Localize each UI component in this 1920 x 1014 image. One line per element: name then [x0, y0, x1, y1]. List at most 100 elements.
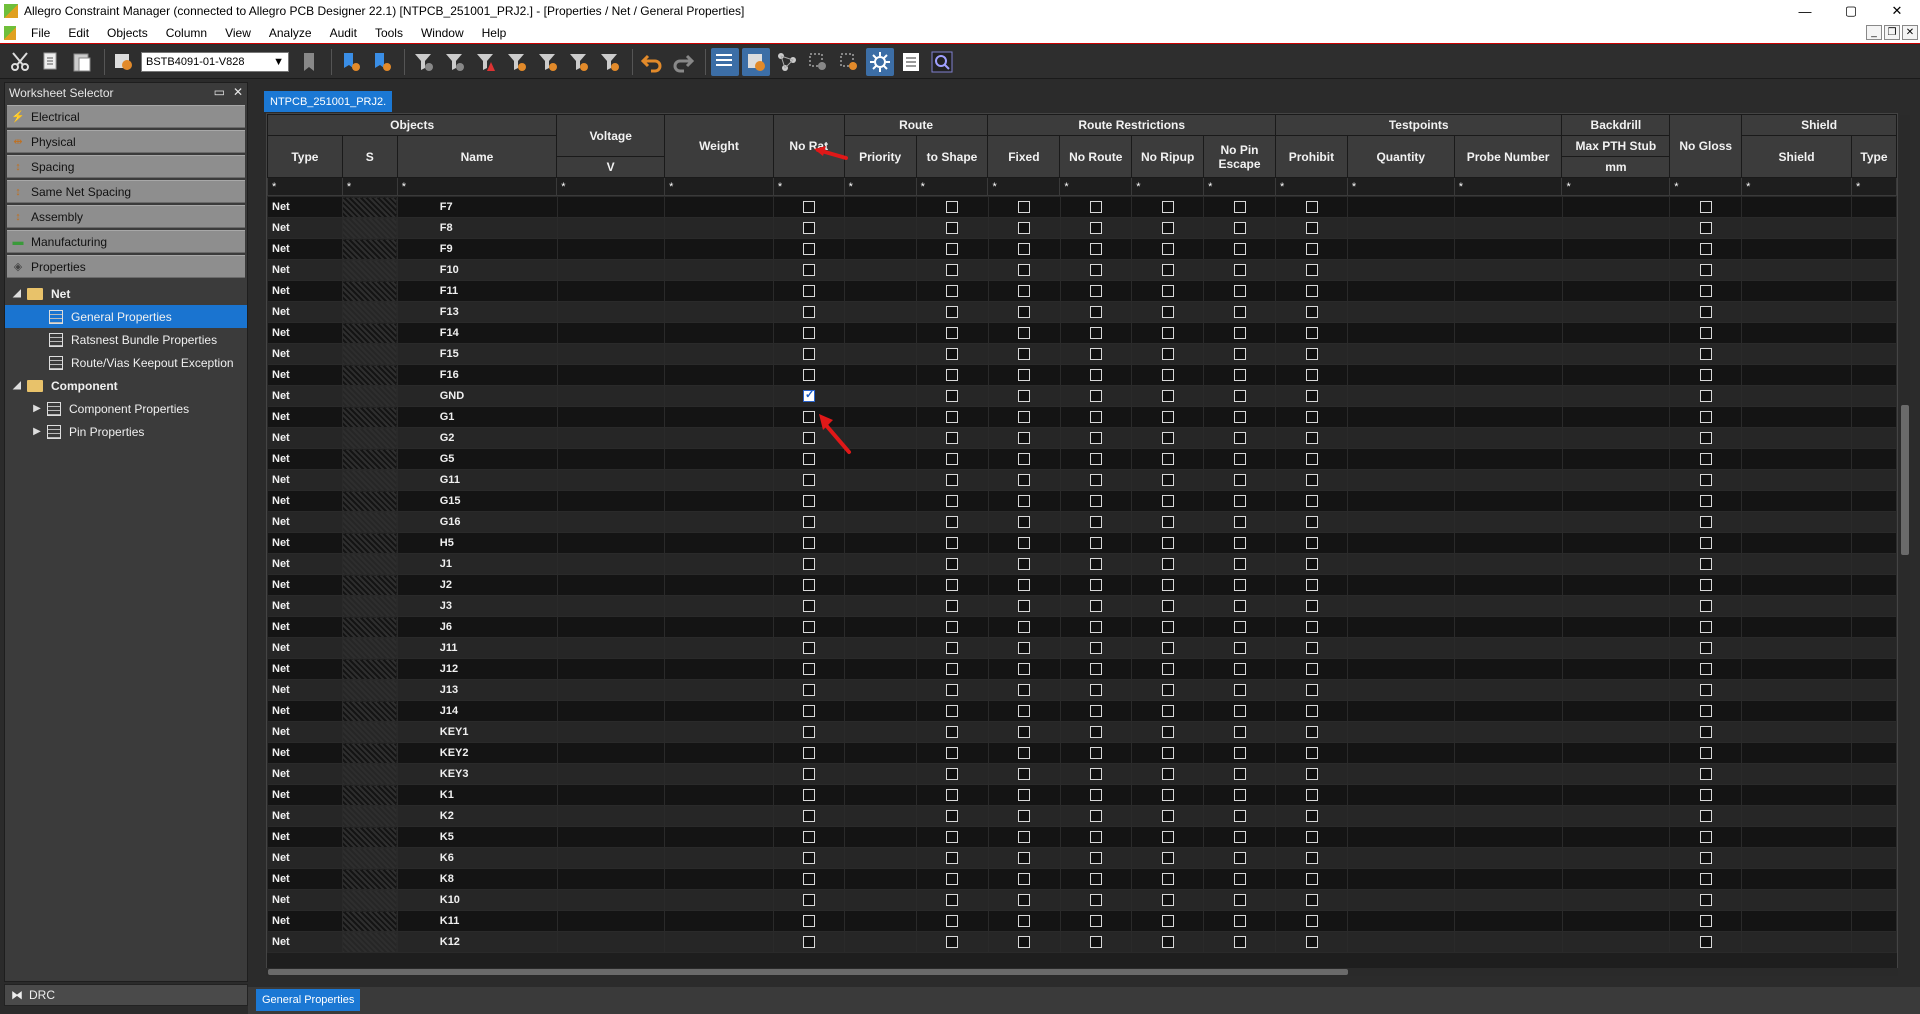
no-rat-checkbox[interactable] — [803, 369, 816, 382]
checkbox[interactable] — [1699, 894, 1712, 907]
filter-cell[interactable]: * — [772, 177, 845, 196]
checkbox[interactable] — [1090, 306, 1102, 319]
checkbox[interactable] — [1090, 201, 1102, 214]
checkbox[interactable] — [1090, 222, 1102, 235]
checkbox[interactable] — [1233, 243, 1246, 256]
checkbox[interactable] — [1090, 894, 1102, 907]
checkbox[interactable] — [1305, 726, 1318, 739]
float-icon[interactable]: ▭ — [214, 85, 225, 99]
checkbox[interactable] — [1305, 537, 1318, 550]
menu-audit[interactable]: Audit — [321, 22, 366, 44]
filter-cell[interactable]: * — [1561, 177, 1671, 196]
section-electrical[interactable]: ⚡ Electrical — [7, 105, 245, 128]
checkbox[interactable] — [1161, 411, 1174, 424]
checkbox[interactable] — [1699, 684, 1712, 697]
col-probe-number[interactable]: Probe Number — [1453, 135, 1563, 178]
checkbox[interactable] — [1161, 768, 1174, 781]
table-row[interactable]: Net G1 — [267, 406, 1897, 428]
table-row[interactable]: Net F13 — [267, 301, 1897, 323]
checkbox[interactable] — [1699, 915, 1712, 928]
no-rat-checkbox[interactable] — [803, 768, 816, 781]
checkbox[interactable] — [1305, 474, 1318, 487]
checkbox[interactable] — [1305, 369, 1318, 382]
bookmark-next-icon[interactable] — [337, 48, 365, 76]
table-row[interactable]: Net J1 — [267, 553, 1897, 575]
checkbox[interactable] — [1699, 873, 1712, 886]
tree-node-component-properties[interactable]: ▶ Component Properties — [5, 397, 247, 420]
table-row[interactable]: Net KEY2 — [267, 742, 1897, 764]
group-shield[interactable]: Shield — [1741, 114, 1897, 136]
table-row[interactable]: Net K5 — [267, 826, 1897, 848]
group-route[interactable]: Route — [843, 114, 989, 136]
checkbox[interactable] — [1090, 915, 1102, 928]
checkbox[interactable] — [1233, 558, 1246, 571]
checkbox[interactable] — [1090, 348, 1102, 361]
checkbox[interactable] — [1018, 432, 1031, 445]
menu-objects[interactable]: Objects — [98, 22, 157, 44]
no-rat-checkbox[interactable] — [803, 306, 816, 319]
checkbox[interactable] — [1018, 516, 1031, 529]
no-rat-checkbox[interactable] — [803, 558, 816, 571]
checkbox[interactable] — [1161, 453, 1174, 466]
checkbox[interactable] — [1699, 516, 1712, 529]
checkbox[interactable] — [1305, 285, 1318, 298]
checkbox[interactable] — [1699, 432, 1712, 445]
checkbox[interactable] — [1090, 726, 1102, 739]
checkbox[interactable] — [1699, 600, 1712, 613]
checkbox[interactable] — [1233, 453, 1246, 466]
checkbox[interactable] — [1018, 264, 1031, 277]
checkbox[interactable] — [1233, 264, 1246, 277]
checkbox[interactable] — [1018, 579, 1031, 592]
checkbox[interactable] — [1233, 390, 1246, 403]
col-no-gloss[interactable]: No Gloss — [1669, 114, 1743, 178]
checkbox[interactable] — [1090, 705, 1102, 718]
checkbox[interactable] — [1699, 768, 1712, 781]
checkbox[interactable] — [1161, 495, 1174, 508]
no-rat-checkbox[interactable] — [803, 516, 816, 529]
checkbox[interactable] — [1090, 936, 1102, 949]
checkbox[interactable] — [1090, 390, 1102, 403]
no-rat-checkbox[interactable] — [803, 579, 816, 592]
no-rat-checkbox[interactable] — [803, 873, 816, 886]
checkbox[interactable] — [1018, 768, 1031, 781]
bookmark-prev-icon[interactable] — [368, 48, 396, 76]
checkbox[interactable] — [1018, 831, 1031, 844]
checkbox[interactable] — [1233, 474, 1246, 487]
select-icon[interactable] — [804, 48, 832, 76]
checkbox[interactable] — [1699, 705, 1712, 718]
checkbox[interactable] — [1305, 495, 1318, 508]
doc-close-button[interactable]: ✕ — [1902, 25, 1918, 40]
section-same-net-spacing[interactable]: ↕ Same Net Spacing — [7, 180, 245, 203]
checkbox[interactable] — [946, 705, 959, 718]
worksheet-tab-general-properties[interactable]: General Properties — [256, 989, 361, 1011]
col-prohibit[interactable]: Prohibit — [1274, 135, 1348, 178]
checkbox[interactable] — [1233, 348, 1246, 361]
checkbox[interactable] — [946, 369, 959, 382]
checkbox[interactable] — [1233, 873, 1246, 886]
checkbox[interactable] — [1018, 852, 1031, 865]
checkbox[interactable] — [1233, 327, 1246, 340]
checkbox[interactable] — [1018, 936, 1031, 949]
checkbox[interactable] — [1699, 348, 1712, 361]
checkbox[interactable] — [946, 390, 959, 403]
document-tab[interactable]: NTPCB_251001_PRJ2. — [264, 91, 393, 112]
checkbox[interactable] — [1305, 642, 1318, 655]
checkbox[interactable] — [1161, 285, 1174, 298]
no-rat-checkbox[interactable] — [803, 474, 816, 487]
checkbox[interactable] — [946, 642, 959, 655]
no-rat-checkbox[interactable] — [803, 915, 816, 928]
checkbox[interactable] — [1018, 663, 1031, 676]
checkbox[interactable] — [1305, 390, 1318, 403]
table-row[interactable]: Net F7 — [267, 196, 1897, 218]
close-panel-icon[interactable]: ✕ — [233, 85, 243, 99]
table-row[interactable]: Net F14 — [267, 322, 1897, 344]
checkbox[interactable] — [1018, 642, 1031, 655]
group-route-restrictions[interactable]: Route Restrictions — [987, 114, 1276, 136]
filter-all-icon[interactable] — [441, 48, 469, 76]
no-rat-checkbox[interactable] — [803, 388, 816, 403]
filter-cell[interactable]: * — [341, 177, 398, 196]
doc-restore-button[interactable]: ❐ — [1884, 25, 1900, 40]
checkbox[interactable] — [1018, 684, 1031, 697]
checkbox[interactable] — [946, 201, 959, 214]
checkbox[interactable] — [946, 327, 959, 340]
